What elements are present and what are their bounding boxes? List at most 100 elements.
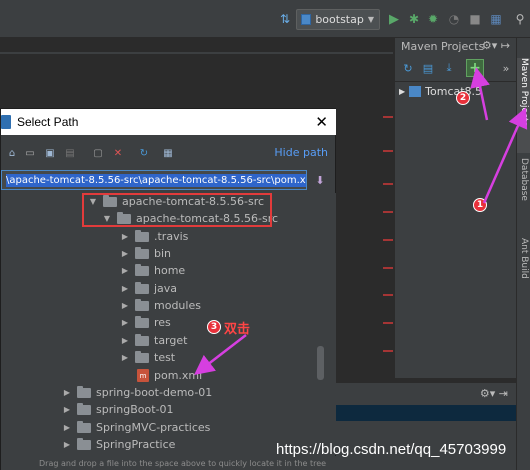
- ide-toolbar: ⇅ bootstap ▼ ▶ ✱ ✹ ◔ ■ ▦ ⚲: [0, 0, 530, 38]
- tree-item-label: test: [154, 351, 176, 364]
- project-structure-icon[interactable]: ▦: [488, 11, 504, 27]
- error-stripe[interactable]: [383, 211, 393, 213]
- chevron-right-icon[interactable]: ▶: [61, 440, 73, 449]
- tree-folder-item[interactable]: ▶ home: [1, 262, 321, 279]
- coverage-icon[interactable]: ✹: [425, 11, 441, 27]
- chevron-right-icon[interactable]: ▶: [119, 353, 131, 362]
- error-stripe[interactable]: [383, 350, 393, 352]
- hide-path-link[interactable]: Hide path: [274, 146, 328, 159]
- divider: [395, 81, 517, 82]
- maven-module-icon: [409, 86, 422, 97]
- chevron-right-icon[interactable]: ▶: [61, 388, 73, 397]
- bookmark-icon[interactable]: ⬇: [313, 172, 327, 188]
- tree-folder-item[interactable]: ▶ spring-boot-demo-01: [1, 384, 321, 401]
- project-icon[interactable]: ▣: [43, 146, 57, 160]
- search-icon[interactable]: ⚲: [512, 11, 528, 27]
- tree-scrollbar[interactable]: [317, 346, 324, 380]
- tree-folder-item[interactable]: ▶ test: [1, 349, 321, 366]
- maven-project-label: Tomcat8.5: [425, 85, 483, 98]
- tree-folder-item[interactable]: ▶ bin: [1, 245, 321, 262]
- folder-icon: [77, 385, 91, 398]
- tree-folder-item[interactable]: ▶ res: [1, 314, 321, 331]
- debug-icon[interactable]: ✱: [406, 11, 422, 27]
- tree-item-label: home: [154, 264, 186, 277]
- dialog-toolbar: ⌂ ▭ ▣ ▤ ▢ ✕ ↻ ▦ Hide path: [1, 137, 336, 169]
- download-icon[interactable]: ⤓: [442, 61, 456, 75]
- desktop-icon[interactable]: ▭: [23, 146, 37, 160]
- chevron-down-icon: ▼: [367, 15, 374, 24]
- error-stripe[interactable]: [383, 239, 393, 241]
- file-tree: ▼ apache-tomcat-8.5.56-src ▼ apache-tomcat-…: [1, 193, 336, 455]
- delete-icon[interactable]: ✕: [111, 146, 125, 160]
- chevron-right-icon[interactable]: ▶: [119, 284, 131, 293]
- run-config-select[interactable]: bootstap ▼: [296, 9, 380, 30]
- chevron-right-icon[interactable]: ▶: [119, 266, 131, 275]
- chevron-right-icon[interactable]: ▶: [61, 405, 73, 414]
- stop-icon[interactable]: ■: [467, 11, 483, 27]
- error-stripe[interactable]: [383, 116, 393, 118]
- dialog-titlebar[interactable]: Select Path ✕: [1, 109, 336, 135]
- path-input-value: \apache-tomcat-8.5.56-src\apache-tomcat-…: [6, 173, 306, 187]
- new-folder-icon[interactable]: ▢: [91, 146, 105, 160]
- close-icon[interactable]: ✕: [315, 113, 328, 131]
- tree-folder-item[interactable]: ▶ target: [1, 332, 321, 349]
- run-config-label: bootstap: [315, 13, 364, 26]
- maven-panel-settings[interactable]: ⚙▾ ↦: [482, 39, 510, 52]
- bottom-panel-settings[interactable]: ⚙▾ ⇥: [480, 387, 508, 400]
- step-badge-3: 3: [207, 320, 221, 334]
- chevron-right-icon[interactable]: ▶: [119, 318, 131, 327]
- error-stripe[interactable]: [383, 267, 393, 269]
- tree-folder-item[interactable]: ▶ java: [1, 280, 321, 297]
- build-icon[interactable]: ⇅: [277, 11, 293, 27]
- add-maven-project-button[interactable]: +: [466, 59, 484, 77]
- tree-folder-item[interactable]: ▶ SpringPractice: [1, 436, 321, 453]
- chevron-right-icon[interactable]: ▶: [119, 336, 131, 345]
- module-icon[interactable]: ▤: [63, 146, 77, 160]
- maven-panel-title: Maven Projects: [401, 40, 485, 53]
- run-icon[interactable]: ▶: [386, 11, 402, 27]
- tab-maven-projects[interactable]: Maven Projects: [517, 58, 530, 153]
- tab-database[interactable]: Database: [517, 158, 530, 226]
- profile-icon[interactable]: ◔: [446, 11, 462, 27]
- home-icon[interactable]: ⌂: [5, 146, 19, 160]
- folder-icon: [77, 402, 91, 415]
- tab-ant-build[interactable]: Ant Build: [517, 238, 530, 298]
- folder-icon: [135, 315, 149, 328]
- generate-sources-icon[interactable]: ▤: [421, 61, 435, 75]
- tree-folder-item[interactable]: ▶ .travis: [1, 228, 321, 245]
- right-tool-strip: Maven Projects Database Ant Build: [516, 38, 530, 470]
- tree-folder-item[interactable]: ▶ springBoot-01: [1, 401, 321, 418]
- maven-toolbar: ↻ ▤ ⤓ + »: [395, 58, 517, 80]
- selected-row[interactable]: [335, 405, 516, 421]
- chevron-right-icon[interactable]: ▶: [119, 301, 131, 310]
- tree-item-label: res: [154, 316, 171, 329]
- editor-divider: [0, 52, 393, 54]
- chevron-right-icon[interactable]: ▶: [61, 423, 73, 432]
- tree-file-item[interactable]: m pom.xml: [1, 367, 321, 384]
- folder-icon: [135, 333, 149, 346]
- dialog-footer-hint: Drag and drop a file into the space abov…: [1, 456, 336, 470]
- path-input[interactable]: \apache-tomcat-8.5.56-src\apache-tomcat-…: [1, 170, 307, 190]
- error-stripe[interactable]: [383, 183, 393, 185]
- tree-folder-item[interactable]: ▶ modules: [1, 297, 321, 314]
- tree-item-label: SpringMVC-practices: [96, 421, 211, 434]
- chevron-right-icon[interactable]: ▶: [119, 249, 131, 258]
- chevron-right-icon: ▶: [399, 87, 406, 96]
- folder-icon: [77, 420, 91, 433]
- expand-more-icon[interactable]: »: [499, 61, 513, 75]
- folder-icon: [135, 229, 149, 242]
- tree-item-label: .travis: [154, 230, 189, 243]
- refresh-icon[interactable]: ↻: [137, 146, 151, 160]
- folder-icon: [77, 437, 91, 450]
- error-stripe[interactable]: [383, 150, 393, 152]
- step-badge-1: 1: [473, 198, 487, 212]
- reimport-icon[interactable]: ↻: [401, 61, 415, 75]
- folder-icon: [135, 263, 149, 276]
- error-stripe[interactable]: [383, 322, 393, 324]
- tree-item-label: SpringPractice: [96, 438, 176, 451]
- tree-folder-item[interactable]: ▶ SpringMVC-practices: [1, 419, 321, 436]
- folder-icon: [135, 281, 149, 294]
- show-hidden-icon[interactable]: ▦: [161, 146, 175, 160]
- error-stripe[interactable]: [383, 294, 393, 296]
- chevron-right-icon[interactable]: ▶: [119, 232, 131, 241]
